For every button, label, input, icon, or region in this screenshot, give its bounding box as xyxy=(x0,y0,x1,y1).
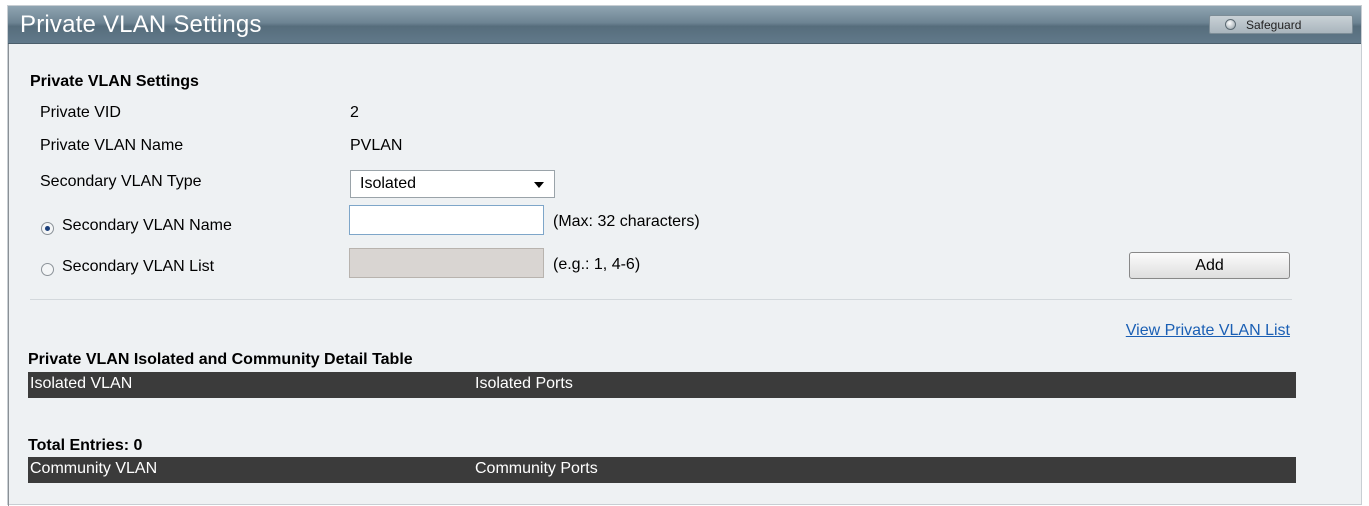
secondary-vlan-name-hint: (Max: 32 characters) xyxy=(553,213,700,230)
view-private-vlan-list-link[interactable]: View Private VLAN List xyxy=(1126,322,1290,340)
secondary-vlan-name-radio[interactable] xyxy=(41,222,54,235)
isolated-table-header: Isolated VLAN Isolated Ports xyxy=(28,372,1296,398)
private-vid-label: Private VID xyxy=(40,104,121,121)
private-vid-value: 2 xyxy=(350,104,359,121)
safeguard-label: Safeguard xyxy=(1246,18,1302,32)
secondary-vlan-name-input[interactable] xyxy=(349,205,544,235)
chevron-down-icon xyxy=(534,182,544,188)
divider xyxy=(30,299,1292,300)
community-table-header: Community VLAN Community Ports xyxy=(28,457,1296,483)
secondary-vlan-type-select[interactable]: Isolated xyxy=(350,170,555,198)
secondary-vlan-list-input xyxy=(349,248,544,278)
safeguard-indicator[interactable]: Safeguard xyxy=(1209,15,1353,34)
secondary-vlan-list-label: Secondary VLAN List xyxy=(62,258,215,275)
panel-border xyxy=(8,44,9,506)
page-title: Private VLAN Settings xyxy=(20,11,262,38)
secondary-vlan-list-radio[interactable] xyxy=(41,263,54,276)
secondary-vlan-type-label: Secondary VLAN Type xyxy=(40,173,202,190)
title-bar: Private VLAN Settings Safeguard xyxy=(8,6,1361,44)
isolated-vlan-column: Isolated VLAN xyxy=(30,375,133,392)
private-vlan-name-label: Private VLAN Name xyxy=(40,137,184,154)
total-entries: Total Entries: 0 xyxy=(28,437,143,454)
community-vlan-column: Community VLAN xyxy=(30,460,158,477)
isolated-ports-column: Isolated Ports xyxy=(475,375,573,392)
secondary-vlan-name-label: Secondary VLAN Name xyxy=(62,217,232,234)
private-vlan-name-value: PVLAN xyxy=(350,137,403,154)
safeguard-status-icon xyxy=(1225,19,1236,30)
community-ports-column: Community Ports xyxy=(475,460,598,477)
section-title: Private VLAN Settings xyxy=(30,73,199,90)
add-button[interactable]: Add xyxy=(1129,252,1290,279)
secondary-vlan-list-hint: (e.g.: 1, 4-6) xyxy=(553,256,641,273)
secondary-vlan-type-value: Isolated xyxy=(360,175,417,192)
detail-table-title: Private VLAN Isolated and Community Deta… xyxy=(28,351,413,368)
main-panel: Private VLAN Settings Safeguard Private … xyxy=(7,5,1362,506)
